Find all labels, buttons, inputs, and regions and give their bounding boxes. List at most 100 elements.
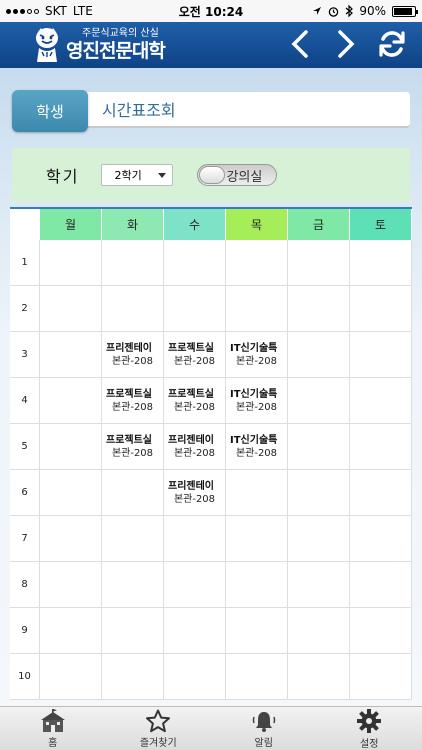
timetable-corner bbox=[10, 209, 40, 240]
logo[interactable]: 주문식교육의 산실 영진전문대학 bbox=[32, 26, 166, 64]
logo-title: 영진전문대학 bbox=[66, 40, 166, 62]
status-time: 오전 10:24 bbox=[178, 4, 244, 19]
refresh-icon bbox=[379, 31, 405, 57]
tab-label: 설정 bbox=[360, 738, 379, 750]
toggle-knob bbox=[199, 166, 226, 184]
timetable-cell[interactable]: 프리젠테이 본관-208 bbox=[102, 332, 164, 378]
breadcrumb: 학생 시간표조회 bbox=[12, 90, 410, 132]
star-icon bbox=[146, 709, 171, 732]
timetable-empty-cell bbox=[226, 654, 288, 700]
timetable-empty-cell bbox=[288, 470, 350, 516]
forward-button[interactable] bbox=[328, 26, 364, 62]
chevron-right-icon bbox=[338, 30, 355, 58]
refresh-button[interactable] bbox=[374, 26, 410, 62]
room-name: 본관-208 bbox=[173, 355, 216, 367]
battery-percent: 90% bbox=[359, 4, 386, 18]
timetable-empty-cell bbox=[350, 286, 412, 332]
location-icon bbox=[313, 7, 322, 15]
timetable-empty-cell bbox=[40, 286, 102, 332]
timetable-empty-cell bbox=[40, 608, 102, 654]
timetable-empty-cell bbox=[40, 562, 102, 608]
course-name: 프리젠테이 bbox=[106, 342, 152, 354]
timetable-empty-cell bbox=[102, 608, 164, 654]
status-bar: SKT LTE 오전 10:24 90% bbox=[0, 0, 422, 22]
timetable-cell[interactable]: 프로젝트실 본관-208 bbox=[102, 424, 164, 470]
day-header: 목 bbox=[226, 209, 288, 240]
timetable-empty-cell bbox=[288, 654, 350, 700]
room-name: 본관-208 bbox=[235, 447, 278, 459]
timetable-empty-cell bbox=[350, 240, 412, 286]
room-name: 본관-208 bbox=[173, 401, 216, 413]
timetable-empty-cell bbox=[164, 562, 226, 608]
period-number: 6 bbox=[10, 470, 40, 516]
classroom-toggle-label: 강의실 bbox=[226, 169, 263, 185]
period-number: 9 bbox=[10, 608, 40, 654]
course-name: 프로젝트실 bbox=[106, 388, 152, 400]
timetable-empty-cell bbox=[226, 516, 288, 562]
timetable-grid: 월 화 수 목 금 토 1 2 3 프리젠테이 본관-208 프로젝트실 본관-208 IT신기술특 본관-… bbox=[10, 207, 412, 707]
tiger-mascot-icon bbox=[36, 28, 58, 62]
timetable-cell[interactable]: IT신기술특 본관-208 bbox=[226, 424, 288, 470]
timetable-empty-cell bbox=[226, 608, 288, 654]
school-icon bbox=[40, 708, 65, 732]
timetable-empty-cell bbox=[350, 470, 412, 516]
timetable-empty-cell bbox=[288, 424, 350, 470]
signal-icon bbox=[6, 8, 39, 14]
timetable-empty-cell bbox=[164, 516, 226, 562]
timetable-empty-cell bbox=[226, 240, 288, 286]
period-number: 8 bbox=[10, 562, 40, 608]
period-number: 3 bbox=[10, 332, 40, 378]
room-name: 본관-208 bbox=[235, 401, 278, 413]
course-name: 프로젝트실 bbox=[168, 342, 214, 354]
timetable-cell[interactable]: 프로젝트실 본관-208 bbox=[164, 332, 226, 378]
semester-select[interactable]: 2학기 bbox=[101, 164, 174, 186]
chevron-left-icon bbox=[291, 30, 308, 58]
timetable-empty-cell bbox=[102, 562, 164, 608]
semester-panel: 학기 2학기 강의실 bbox=[12, 148, 410, 202]
timetable-empty-cell bbox=[226, 562, 288, 608]
gear-icon bbox=[357, 708, 382, 733]
timetable-cell[interactable]: 프로젝트실 본관-208 bbox=[164, 378, 226, 424]
course-name: 프리젠테이 bbox=[168, 434, 214, 446]
day-header: 화 bbox=[102, 209, 164, 240]
timetable-empty-cell bbox=[164, 286, 226, 332]
period-number: 10 bbox=[10, 654, 40, 700]
tab-home[interactable]: 홈 bbox=[0, 707, 106, 750]
bottom-tab-bar: 홈 즐겨찾기 알림 설정 bbox=[0, 706, 422, 750]
classroom-toggle[interactable]: 강의실 bbox=[197, 164, 278, 186]
semester-selected-value: 2학기 bbox=[114, 169, 142, 182]
tab-favorites[interactable]: 즐겨찾기 bbox=[106, 707, 212, 750]
timetable-empty-cell bbox=[288, 286, 350, 332]
app-header: 주문식교육의 산실 영진전문대학 bbox=[0, 22, 422, 68]
alarm-icon bbox=[329, 6, 339, 17]
timetable-cell[interactable]: 프리젠테이 본관-208 bbox=[164, 424, 226, 470]
timetable-empty-cell bbox=[350, 378, 412, 424]
timetable-empty-cell bbox=[40, 332, 102, 378]
timetable-empty-cell bbox=[288, 378, 350, 424]
timetable-cell[interactable]: IT신기술특 본관-208 bbox=[226, 378, 288, 424]
timetable-cell[interactable]: 프리젠테이 본관-208 bbox=[164, 470, 226, 516]
course-name: IT신기술특 bbox=[230, 434, 278, 446]
breadcrumb-category: 학생 bbox=[12, 90, 88, 132]
logo-subtitle: 주문식교육의 산실 bbox=[82, 28, 159, 39]
period-number: 7 bbox=[10, 516, 40, 562]
timetable-empty-cell bbox=[350, 424, 412, 470]
period-number: 2 bbox=[10, 286, 40, 332]
timetable-empty-cell bbox=[350, 654, 412, 700]
tab-settings[interactable]: 설정 bbox=[317, 707, 422, 750]
timetable-empty-cell bbox=[40, 240, 102, 286]
chevron-down-icon bbox=[158, 173, 167, 178]
timetable-empty-cell bbox=[102, 286, 164, 332]
timetable-empty-cell bbox=[40, 378, 102, 424]
course-name: 프리젠테이 bbox=[168, 480, 214, 492]
timetable-cell[interactable]: 프로젝트실 본관-208 bbox=[102, 378, 164, 424]
day-header: 토 bbox=[350, 209, 412, 240]
back-button[interactable] bbox=[282, 26, 318, 62]
tab-label: 즐겨찾기 bbox=[139, 737, 177, 749]
timetable-cell[interactable]: IT신기술특 본관-208 bbox=[226, 332, 288, 378]
timetable-empty-cell bbox=[102, 516, 164, 562]
timetable-empty-cell bbox=[40, 470, 102, 516]
timetable-empty-cell bbox=[102, 654, 164, 700]
timetable-empty-cell bbox=[288, 608, 350, 654]
tab-notifications[interactable]: 알림 bbox=[211, 707, 317, 750]
